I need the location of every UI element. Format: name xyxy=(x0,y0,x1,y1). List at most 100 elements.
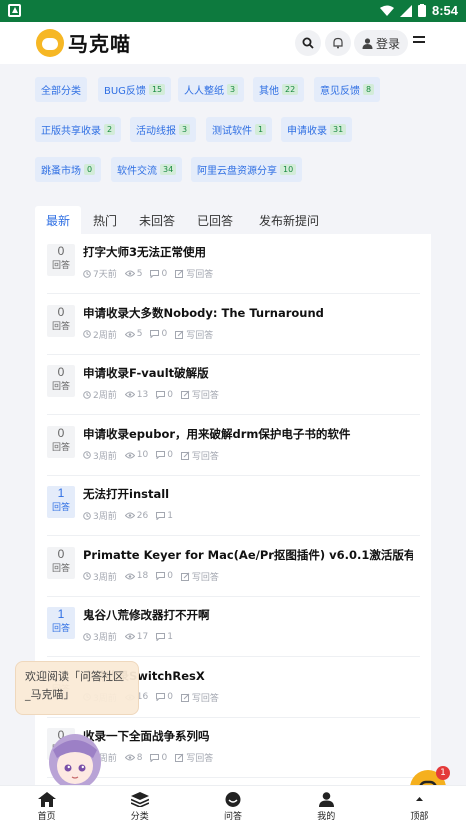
clock: 8:54 xyxy=(431,3,458,18)
category-software-exchange[interactable]: 软件交流 34 xyxy=(111,157,183,182)
category-all[interactable]: 全部分类 xyxy=(35,77,87,102)
write-answer-link[interactable]: 写回答 xyxy=(180,691,219,704)
eye-icon xyxy=(124,331,135,337)
question-title[interactable]: 申请收录F-vault破解版 xyxy=(83,365,413,381)
question-title[interactable]: 申请收录epubor，用来破解drm保护电子书的软件 xyxy=(83,426,413,442)
post-time-text: 3周前 xyxy=(93,451,117,462)
post-time: 3周前 xyxy=(83,570,117,583)
write-answer-link[interactable]: 写回答 xyxy=(180,570,219,583)
view-count-text: 10 xyxy=(136,450,149,460)
comment-icon xyxy=(156,693,166,701)
tab-unanswered[interactable]: 未回答 xyxy=(131,206,183,234)
write-answer-label: 写回答 xyxy=(186,270,214,280)
comment-count: 0 xyxy=(150,267,167,280)
answer-count-label: 回答 xyxy=(51,563,70,574)
question-title[interactable]: 打字大师3无法正常使用 xyxy=(83,244,413,260)
question-title[interactable]: 收录一下全面战争系列吗 xyxy=(83,728,413,744)
search-button[interactable] xyxy=(295,30,321,56)
edit-icon xyxy=(175,269,184,278)
post-time: 2周前 xyxy=(83,328,117,341)
comment-icon xyxy=(156,572,166,580)
clock-icon xyxy=(83,390,91,399)
comment-icon xyxy=(156,390,166,399)
post-time: 7天前 xyxy=(83,267,117,280)
nav-home[interactable]: 首页 xyxy=(0,786,93,830)
category-other[interactable]: 其他 22 xyxy=(253,77,305,102)
category-label: 人人整纸 xyxy=(184,86,224,97)
mascot-character[interactable] xyxy=(45,728,105,790)
question-title[interactable]: 无法打开install xyxy=(83,486,413,502)
question-row[interactable]: 0 回答 申请收录F-vault破解版 2周前 13 0 写回答 xyxy=(47,355,420,415)
question-meta: 7天前 5 0 写回答 xyxy=(83,267,213,280)
comment-count-text: 0 xyxy=(161,752,168,763)
write-answer-label: 写回答 xyxy=(186,754,214,764)
view-count-text: 18 xyxy=(136,571,149,581)
category-flea-market[interactable]: 跳蚤市场 0 xyxy=(35,157,102,182)
system-icons: 8:54 xyxy=(379,3,458,18)
post-time: 3周前 xyxy=(83,630,117,643)
question-row[interactable]: 1 回答 鬼谷八荒修改器打不开啊 3周前 17 1 xyxy=(47,597,420,657)
question-row[interactable]: 1 回答 无法打开install 3周前 26 1 xyxy=(47,476,420,536)
answer-count: 0 xyxy=(57,425,65,440)
question-row[interactable]: 0 回答 Primatte Keyer for Mac(Ae/Pr抠图插件) v… xyxy=(47,537,420,597)
answer-count: 0 xyxy=(57,365,65,379)
nav-profile[interactable]: 我的 xyxy=(280,786,373,830)
post-time-text: 3周前 xyxy=(93,572,117,583)
notification-button[interactable] xyxy=(325,30,351,56)
nav-label: 分类 xyxy=(130,812,149,822)
question-row[interactable]: 0 回答 申请收录epubor，用来破解drm保护电子书的软件 3周前 10 0… xyxy=(47,416,420,476)
tab-hot[interactable]: 热门 xyxy=(83,206,127,234)
category-count: 8 xyxy=(363,84,375,95)
answer-count-label: 回答 xyxy=(51,503,70,513)
app-header: 马克喵 登录 xyxy=(0,22,466,64)
answer-count-badge: 0 回答 xyxy=(47,304,75,337)
category-licensed-share[interactable]: 正版共享收录 2 xyxy=(35,117,122,142)
post-time-text: 3周前 xyxy=(93,512,117,522)
write-answer-link[interactable]: 写回答 xyxy=(175,267,213,280)
question-title[interactable]: 鬼谷八荒修改器打不开啊 xyxy=(83,607,413,623)
question-row[interactable]: 0 回答 打字大师3无法正常使用 7天前 5 0 写回答 xyxy=(47,234,420,294)
eye-icon xyxy=(124,391,135,398)
answer-count: 0 xyxy=(57,546,65,561)
site-logo[interactable]: 马克喵 xyxy=(36,28,131,57)
category-count: 10 xyxy=(280,164,297,175)
write-answer-link[interactable]: 写回答 xyxy=(175,328,213,341)
nav-categories[interactable]: 分类 xyxy=(93,786,186,830)
view-count: 8 xyxy=(124,751,142,764)
nav-qa[interactable]: 问答 xyxy=(186,786,279,830)
question-meta: 2周前 5 0 写回答 xyxy=(83,328,213,341)
status-bar: 8:54 xyxy=(0,0,466,22)
write-answer-label: 写回答 xyxy=(191,572,219,583)
category-request[interactable]: 申请收录 31 xyxy=(281,117,353,142)
tab-latest[interactable]: 最新 xyxy=(35,206,81,234)
menu-icon xyxy=(413,36,425,38)
tab-ask-question[interactable]: 发布新提问 xyxy=(249,206,329,234)
category-count: 31 xyxy=(330,124,347,135)
login-button[interactable]: 登录 xyxy=(354,30,409,56)
question-title[interactable]: 申请收录大多数Nobody: The Turnaround xyxy=(83,305,413,321)
write-answer-link[interactable]: 写回答 xyxy=(180,449,219,462)
comment-count: 0 xyxy=(156,570,173,583)
bell-icon xyxy=(333,37,343,49)
category-bug[interactable]: BUG反馈 15 xyxy=(98,77,172,102)
category-feedback[interactable]: 意见反馈 8 xyxy=(314,77,381,102)
tab-answered[interactable]: 已回答 xyxy=(189,206,241,234)
question-meta: 3周前 10 0 写回答 xyxy=(83,449,219,462)
view-count: 10 xyxy=(124,449,149,462)
category-paper[interactable]: 人人整纸 3 xyxy=(178,77,245,102)
category-test-software[interactable]: 测试软件 1 xyxy=(206,117,273,142)
menu-button[interactable] xyxy=(413,36,425,48)
category-deals[interactable]: 活动线报 3 xyxy=(130,117,197,142)
nav-label: 顶部 xyxy=(410,812,429,822)
answer-count-badge: 1 回答 xyxy=(47,486,75,518)
question-row[interactable]: 0 回答 申请收录大多数Nobody: The Turnaround 2周前 5… xyxy=(47,295,420,355)
write-answer-link[interactable]: 写回答 xyxy=(175,751,213,764)
question-title[interactable]: Primatte Keyer for Mac(Ae/Pr抠图插件) v6.0.1… xyxy=(83,547,413,563)
nav-top[interactable]: 顶部 xyxy=(373,786,466,830)
comment-count-text: 0 xyxy=(167,450,173,460)
comment-count-text: 0 xyxy=(167,389,173,400)
write-answer-link[interactable]: 写回答 xyxy=(180,388,219,401)
comment-icon xyxy=(156,632,166,641)
notification-badge: 1 xyxy=(436,766,450,780)
category-aliyun-share[interactable]: 阿里云盘资源分享 10 xyxy=(191,157,303,182)
